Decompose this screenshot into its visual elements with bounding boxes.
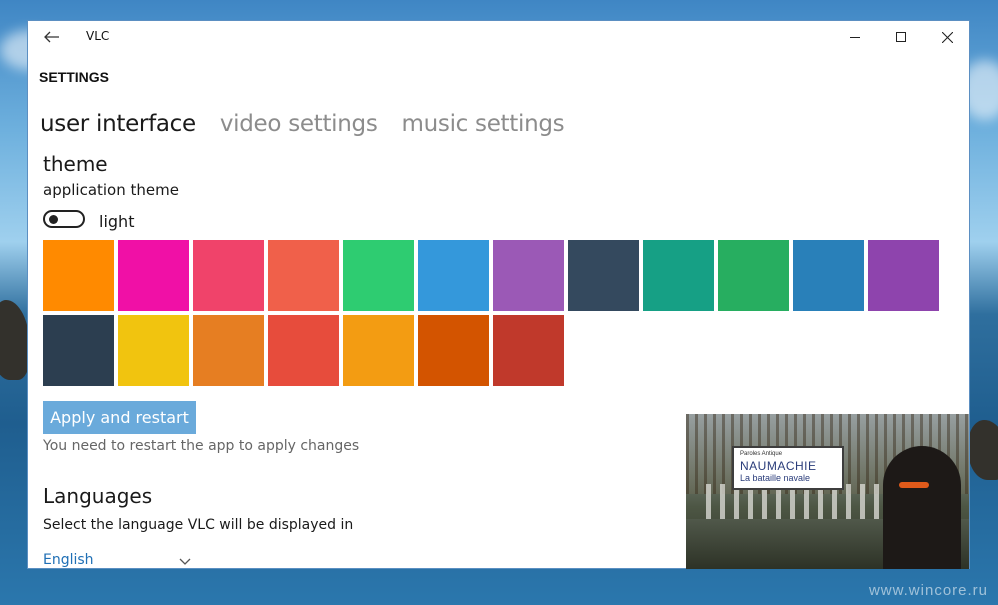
- color-swatch[interactable]: [193, 315, 264, 386]
- color-swatch[interactable]: [43, 240, 114, 311]
- sign-subtitle: La bataille navale: [740, 473, 811, 483]
- apply-and-restart-button[interactable]: Apply and restart: [43, 401, 196, 434]
- back-button[interactable]: [40, 26, 64, 48]
- sign-title: NAUMACHIE: [740, 459, 817, 473]
- tab-music-settings[interactable]: music settings: [402, 111, 565, 137]
- color-swatch[interactable]: [118, 315, 189, 386]
- toggle-knob: [49, 215, 58, 224]
- color-swatch[interactable]: [43, 315, 114, 386]
- maximize-icon: [896, 32, 906, 42]
- color-swatch[interactable]: [418, 315, 489, 386]
- theme-section-title: theme: [43, 152, 108, 176]
- title-bar: VLC: [28, 21, 969, 53]
- close-button[interactable]: [924, 21, 969, 53]
- language-description: Select the language VLC will be displaye…: [43, 517, 354, 533]
- back-arrow-icon: [44, 31, 59, 43]
- color-swatch[interactable]: [343, 240, 414, 311]
- desktop-rocks: [0, 300, 30, 380]
- color-swatch[interactable]: [343, 315, 414, 386]
- sign-small-text: Paroles Antique: [740, 451, 783, 457]
- color-swatch[interactable]: [118, 240, 189, 311]
- theme-toggle-label: light: [99, 212, 135, 231]
- video-person: [883, 446, 961, 569]
- restart-hint: You need to restart the app to apply cha…: [43, 438, 360, 454]
- chevron-down-icon: [179, 558, 191, 565]
- color-swatch[interactable]: [568, 240, 639, 311]
- video-glasses: [899, 482, 929, 488]
- video-preview[interactable]: Paroles Antique NAUMACHIE La bataille na…: [686, 414, 969, 569]
- minimize-button[interactable]: [832, 21, 878, 53]
- window-title: VLC: [86, 29, 110, 43]
- application-theme-label: application theme: [43, 181, 179, 199]
- color-swatch[interactable]: [643, 240, 714, 311]
- color-swatch[interactable]: [193, 240, 264, 311]
- color-swatch[interactable]: [493, 240, 564, 311]
- color-swatch[interactable]: [868, 240, 939, 311]
- tab-video-settings[interactable]: video settings: [220, 111, 378, 137]
- desktop-rocks: [968, 420, 998, 480]
- color-swatch[interactable]: [418, 240, 489, 311]
- settings-tabs: user interface video settings music sett…: [40, 111, 588, 137]
- tab-user-interface[interactable]: user interface: [40, 111, 196, 137]
- minimize-icon: [850, 37, 860, 38]
- color-swatch[interactable]: [718, 240, 789, 311]
- close-icon: [941, 31, 953, 43]
- color-swatch[interactable]: [268, 240, 339, 311]
- color-swatch[interactable]: [493, 315, 564, 386]
- desktop-watermark: www.wincore.ru: [868, 582, 988, 599]
- color-swatch[interactable]: [793, 240, 864, 311]
- page-title: SETTINGS: [39, 69, 110, 85]
- color-swatch[interactable]: [268, 315, 339, 386]
- languages-section-title: Languages: [43, 484, 153, 508]
- language-select[interactable]: English: [43, 552, 195, 568]
- theme-toggle[interactable]: [43, 210, 85, 228]
- language-select-value: English: [43, 552, 94, 568]
- video-sign: Paroles Antique NAUMACHIE La bataille na…: [732, 446, 844, 490]
- maximize-button[interactable]: [878, 21, 924, 53]
